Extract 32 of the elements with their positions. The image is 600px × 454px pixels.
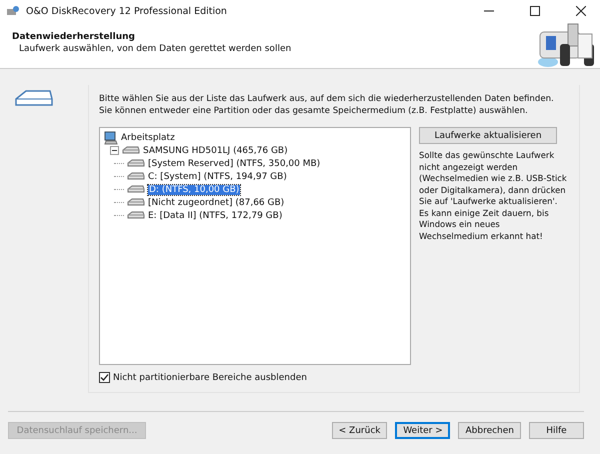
close-icon[interactable]	[576, 6, 586, 16]
drive-icon	[127, 159, 145, 168]
drive-icon	[127, 211, 145, 220]
hint-text: Sollte das gewünschte Laufwerk nicht angezeigt werden (Wechselmedien wie z.B. USB-Stick oder Digitalkamera), dann drücken Sie auf 'Laufwerke aktualisieren'. Es kann einige Zeit dauern, bis Windows ein neues Wechselmedium erkannt hat!	[419, 150, 568, 242]
drive-icon	[127, 185, 145, 194]
tree-item[interactable]: Arbeitsplatz	[121, 132, 175, 142]
tree-item[interactable]: [System Reserved] (NTFS, 350,00 MB)	[148, 158, 320, 168]
drive-icon	[127, 172, 145, 181]
instructions-text: Bitte wählen Sie aus der Liste das Laufwerk aus, auf dem sich die wiederherzustellenden Daten befinden. Sie können entweder eine Partition oder das gesamte Speichermedium (z.B. Festplatte) auswählen.	[99, 93, 555, 117]
dialog-button[interactable]: Weiter >	[395, 422, 450, 439]
dialog-button[interactable]: Abbrechen	[458, 422, 521, 439]
maximize-icon[interactable]	[530, 6, 540, 16]
header-title: Datenwiederherstellung	[12, 32, 136, 42]
computer-icon	[104, 130, 118, 144]
drive-icon	[127, 198, 145, 207]
tree-item[interactable]: E: [Data II] (NTFS, 172,79 GB)	[148, 210, 282, 220]
tree-item[interactable]: C: [System] (NTFS, 194,97 GB)	[148, 172, 287, 182]
drive-icon	[14, 89, 54, 109]
drive-icon	[122, 146, 140, 155]
app-icon	[6, 5, 20, 17]
dialog-button[interactable]: < Zurück	[332, 422, 388, 439]
drive-tree[interactable]: Arbeitsplatz SAMSUNG HD501LJ (465,76 GB) [System Reserved] (NTFS, 350,00 MB) C: [System] (NTFS, 194,97 GB) D: (NTFS, 10,00 GB) [Nicht zugeordnet] (87,66 GB) E: [Data II] (NTFS, 172,79 GB)	[99, 127, 411, 365]
header-subtitle: Laufwerk auswählen, von dem Daten gerettet werden sollen	[18, 44, 292, 54]
collapse-icon[interactable]	[110, 146, 119, 155]
tree-item[interactable]: [Nicht zugeordnet] (87,66 GB)	[148, 198, 284, 208]
checkbox-label[interactable]: Nicht partitionierbare Bereiche ausblenden	[113, 372, 307, 382]
refresh-button[interactable]: Laufwerke aktualisieren	[419, 127, 557, 144]
tree-item[interactable]: SAMSUNG HD501LJ (465,76 GB)	[143, 146, 288, 156]
tree-item[interactable]: D: (NTFS, 10,00 GB)	[148, 184, 240, 194]
checkbox[interactable]	[99, 372, 110, 383]
dialog-button[interactable]: Hilfe	[529, 422, 584, 439]
window-title: O&O DiskRecovery 12 Professional Edition	[26, 6, 227, 16]
